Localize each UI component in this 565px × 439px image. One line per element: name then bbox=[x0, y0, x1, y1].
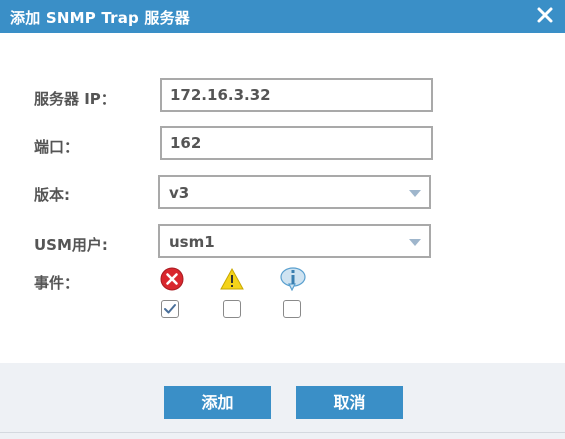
add-snmp-trap-server-dialog: 添加 SNMP Trap 服务器 服务器 IP： 端口： 版本: v3 USM用… bbox=[0, 0, 565, 439]
close-icon[interactable] bbox=[535, 3, 555, 27]
info-icon bbox=[280, 267, 306, 292]
server-ip-label: 服务器 IP： bbox=[34, 90, 116, 108]
server-ip-input[interactable] bbox=[162, 80, 431, 110]
error-icon bbox=[160, 267, 184, 291]
usm-user-selected-value: usm1 bbox=[169, 233, 215, 251]
warning-event-checkbox[interactable] bbox=[223, 300, 241, 318]
dialog-title: 添加 SNMP Trap 服务器 bbox=[10, 9, 190, 27]
dialog-bottom-edge bbox=[0, 432, 565, 439]
version-label: 版本: bbox=[34, 186, 70, 204]
port-field[interactable] bbox=[160, 126, 433, 160]
port-input[interactable] bbox=[162, 128, 431, 158]
dialog-footer bbox=[0, 363, 565, 439]
info-event-checkbox[interactable] bbox=[283, 300, 301, 318]
usm-user-select[interactable]: usm1 bbox=[158, 224, 431, 258]
chevron-down-icon bbox=[409, 190, 421, 197]
warning-icon bbox=[220, 267, 244, 291]
version-select[interactable]: v3 bbox=[158, 175, 431, 209]
events-label: 事件： bbox=[34, 274, 80, 292]
dialog-titlebar: 添加 SNMP Trap 服务器 bbox=[0, 0, 565, 33]
version-selected-value: v3 bbox=[169, 184, 190, 202]
add-button[interactable]: 添加 bbox=[164, 386, 271, 419]
error-event-checkbox[interactable] bbox=[161, 300, 179, 318]
usm-user-label: USM用户: bbox=[34, 236, 108, 254]
server-ip-field[interactable] bbox=[160, 78, 433, 112]
cancel-button[interactable]: 取消 bbox=[296, 386, 403, 419]
port-label: 端口： bbox=[34, 138, 80, 156]
chevron-down-icon bbox=[409, 239, 421, 246]
